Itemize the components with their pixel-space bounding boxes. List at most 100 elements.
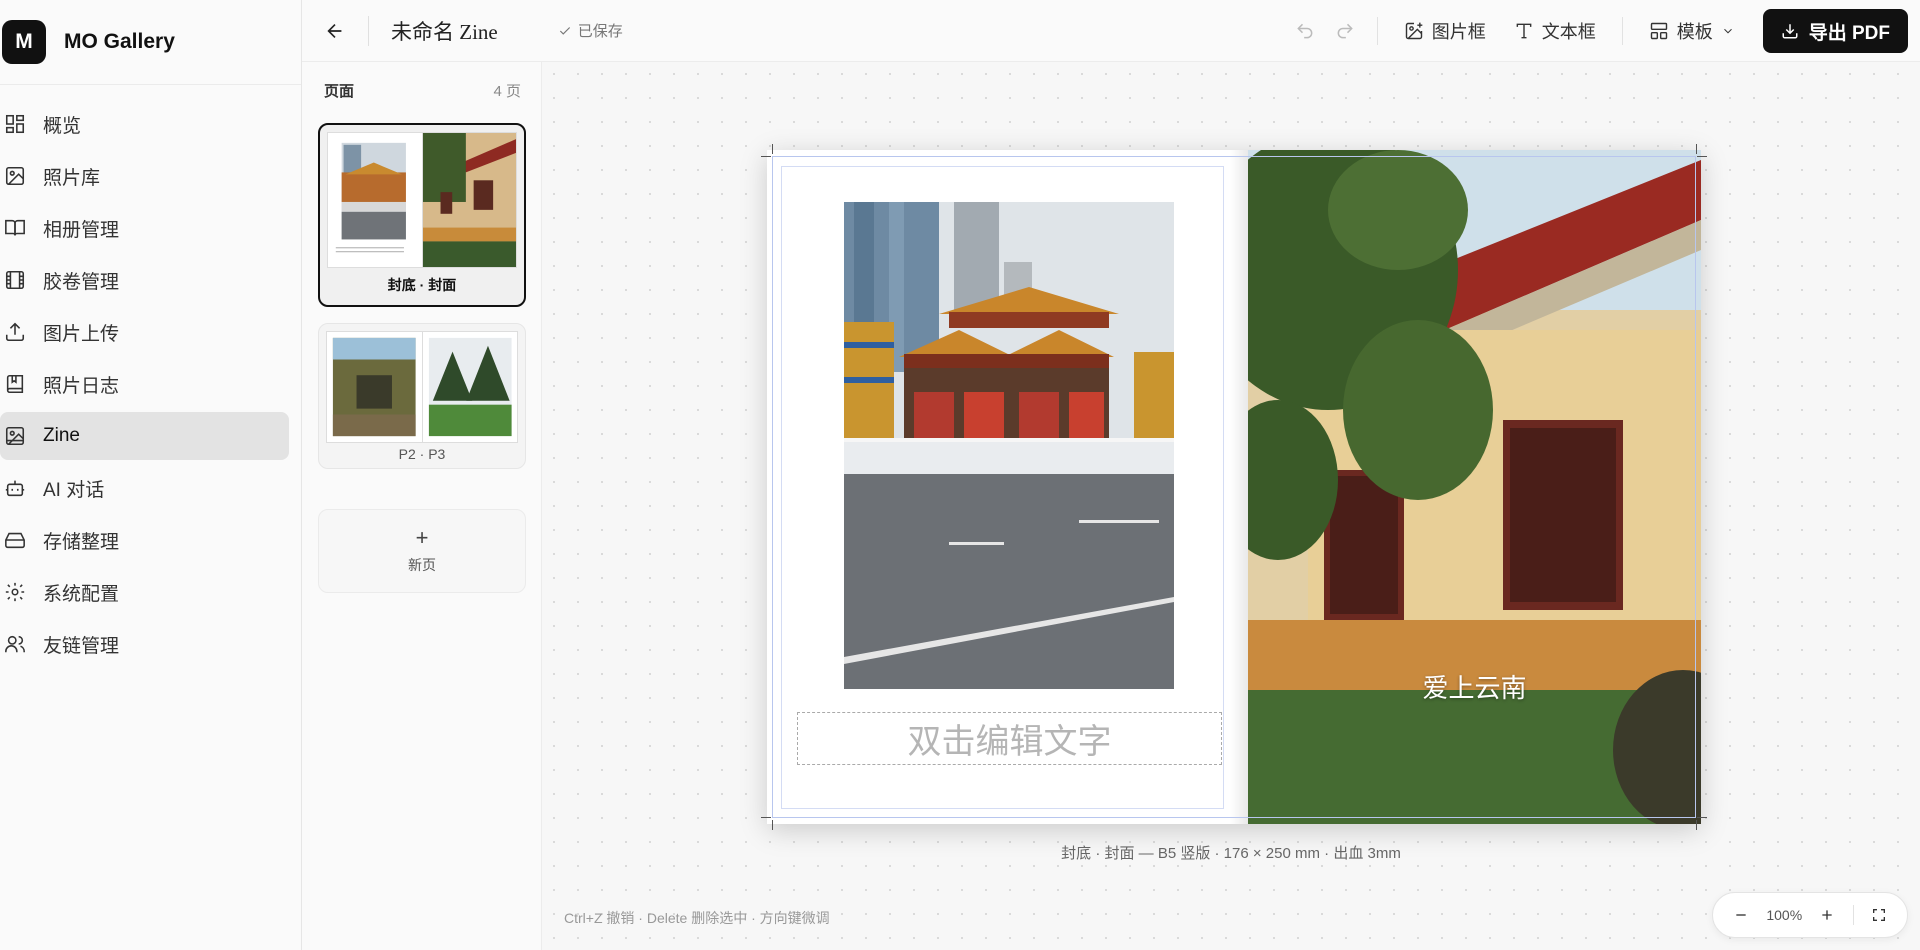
- add-page-button[interactable]: + 新页: [318, 509, 526, 593]
- divider: [1376, 17, 1378, 45]
- crop-mark: [761, 156, 771, 157]
- plus-icon: +: [415, 525, 429, 550]
- image-icon: [3, 164, 27, 188]
- sidebar-item-journal[interactable]: 照片日志: [0, 360, 289, 408]
- save-status-label: 已保存: [577, 23, 623, 40]
- template-label: 模板: [1676, 22, 1713, 42]
- minus-icon: [1736, 914, 1746, 916]
- toolbar-actions: 图片框 文本框 模板 导出 PDF: [1285, 0, 1908, 62]
- sidebar-item-label: Zine: [43, 425, 80, 446]
- editor-toolbar: 未命名 Zine 已保存 图片框 文本框 模板 导出 PDF: [302, 0, 1920, 62]
- redo-button[interactable]: [1325, 11, 1365, 51]
- chevron-down-icon: [1723, 28, 1732, 34]
- back-cover-page[interactable]: 双击编辑文字: [767, 150, 1248, 824]
- zoom-control: 100%: [1712, 892, 1908, 938]
- divider: [368, 15, 369, 46]
- page-thumbnail: [326, 331, 518, 443]
- book-icon: [3, 216, 27, 240]
- text-frame-back-cover[interactable]: 双击编辑文字: [797, 712, 1222, 765]
- thumbnail-back-cover: [328, 133, 423, 267]
- sidebar: M MO Gallery 概览 照片库 相册管理 胶卷管理 图片上传 照片日志: [0, 0, 302, 950]
- sidebar-item-label: 相册管理: [43, 219, 120, 241]
- sidebar-item-photos[interactable]: 照片库: [0, 152, 289, 200]
- crop-mark: [772, 820, 773, 830]
- sidebar-item-label: 照片日志: [43, 375, 120, 397]
- front-cover-page[interactable]: 爱上云南: [1248, 150, 1701, 824]
- plus-icon: [1822, 910, 1833, 920]
- thumbnail-preview: [422, 332, 517, 442]
- upload-icon: [3, 320, 27, 344]
- image-frame-back-cover[interactable]: [844, 202, 1174, 689]
- check-icon: [559, 26, 570, 35]
- divider: [1621, 17, 1623, 45]
- text-frame-cover-title[interactable]: 爱上云南: [1248, 668, 1701, 705]
- sidebar-item-label: 胶卷管理: [43, 271, 120, 293]
- crop-mark: [761, 817, 771, 818]
- back-button[interactable]: [318, 14, 352, 48]
- sidebar-item-storage[interactable]: 存储整理: [0, 516, 289, 564]
- page-card-label: P2 · P3: [398, 446, 446, 462]
- sidebar-item-label: 照片库: [43, 167, 101, 189]
- pages-panel-header: 页面 4 页: [302, 62, 541, 118]
- add-image-frame-button[interactable]: 图片框: [1390, 11, 1500, 51]
- add-image-frame-label: 图片框: [1431, 22, 1486, 42]
- sidebar-item-zine[interactable]: Zine: [0, 412, 289, 460]
- sidebar-item-films[interactable]: 胶卷管理: [0, 256, 289, 304]
- crop-mark: [1697, 156, 1707, 157]
- film-icon: [3, 268, 27, 292]
- dashboard-icon: [3, 112, 27, 136]
- zoom-in-button[interactable]: [1812, 900, 1842, 930]
- document-title[interactable]: 未命名 Zine: [391, 16, 498, 46]
- template-dropdown[interactable]: 模板: [1635, 11, 1749, 51]
- zoom-out-button[interactable]: [1726, 900, 1756, 930]
- photo-yellow-building: [1248, 150, 1701, 824]
- undo-button[interactable]: [1285, 11, 1325, 51]
- sidebar-item-ai-chat[interactable]: AI 对话: [0, 464, 289, 512]
- page-count: 4 页: [493, 82, 521, 100]
- keyboard-hint: Ctrl+Z 撤销 · Delete 删除选中 · 方向键微调: [564, 910, 830, 926]
- crop-mark: [772, 144, 773, 154]
- redo-icon: [1337, 23, 1353, 39]
- brand-logo: M: [2, 20, 46, 64]
- crop-mark: [1697, 817, 1707, 818]
- layout-icon: [1650, 22, 1667, 40]
- crop-mark: [1696, 820, 1697, 830]
- brand-name: MO Gallery: [64, 30, 175, 53]
- fullscreen-icon: [1872, 909, 1885, 921]
- download-icon: [1782, 24, 1798, 39]
- bot-icon: [3, 476, 27, 500]
- thumbnail-preview: [327, 332, 422, 442]
- page-card-label: 封底 · 封面: [387, 277, 457, 293]
- sidebar-item-label: 存储整理: [43, 531, 120, 553]
- arrow-left-icon: [327, 23, 342, 38]
- sidebar-item-albums[interactable]: 相册管理: [0, 204, 289, 252]
- add-page-label: 新页: [408, 557, 436, 573]
- sidebar-item-label: 图片上传: [43, 323, 120, 345]
- undo-icon: [1296, 23, 1313, 39]
- add-text-frame-button[interactable]: 文本框: [1500, 11, 1610, 51]
- export-pdf-label: 导出 PDF: [1808, 22, 1890, 44]
- thumbnail-front-cover: [422, 133, 516, 267]
- save-status: 已保存: [558, 20, 623, 41]
- sidebar-item-links[interactable]: 友链管理: [0, 620, 289, 668]
- crop-mark: [1696, 144, 1697, 154]
- sidebar-item-overview[interactable]: 概览: [0, 100, 289, 148]
- sidebar-item-upload[interactable]: 图片上传: [0, 308, 289, 356]
- brand[interactable]: M MO Gallery: [0, 0, 301, 85]
- zoom-level: 100%: [1766, 907, 1803, 923]
- page-thumbnail: [327, 132, 517, 268]
- editor-canvas[interactable]: 双击编辑文字 爱上云南 封底 · 封面 — B5 竖版 · 176 × 250 …: [542, 62, 1920, 950]
- sidebar-item-label: 系统配置: [43, 583, 120, 605]
- page-card-cover[interactable]: 封底 · 封面: [318, 123, 526, 307]
- fit-screen-button[interactable]: [1864, 900, 1894, 930]
- thumbnail-page-2: [327, 332, 423, 442]
- sidebar-item-settings[interactable]: 系统配置: [0, 568, 289, 616]
- page-card-p2-p3[interactable]: P2 · P3: [318, 323, 526, 469]
- photo-temple-gate: [844, 202, 1174, 689]
- gear-icon: [3, 580, 27, 604]
- pages-panel: 页面 4 页 封底 · 封面 P2 · P3 + 新页: [302, 62, 542, 950]
- page-spread: 双击编辑文字 爱上云南: [761, 144, 1707, 830]
- export-pdf-button[interactable]: 导出 PDF: [1762, 9, 1908, 53]
- users-icon: [3, 632, 27, 656]
- sidebar-item-label: AI 对话: [43, 479, 105, 501]
